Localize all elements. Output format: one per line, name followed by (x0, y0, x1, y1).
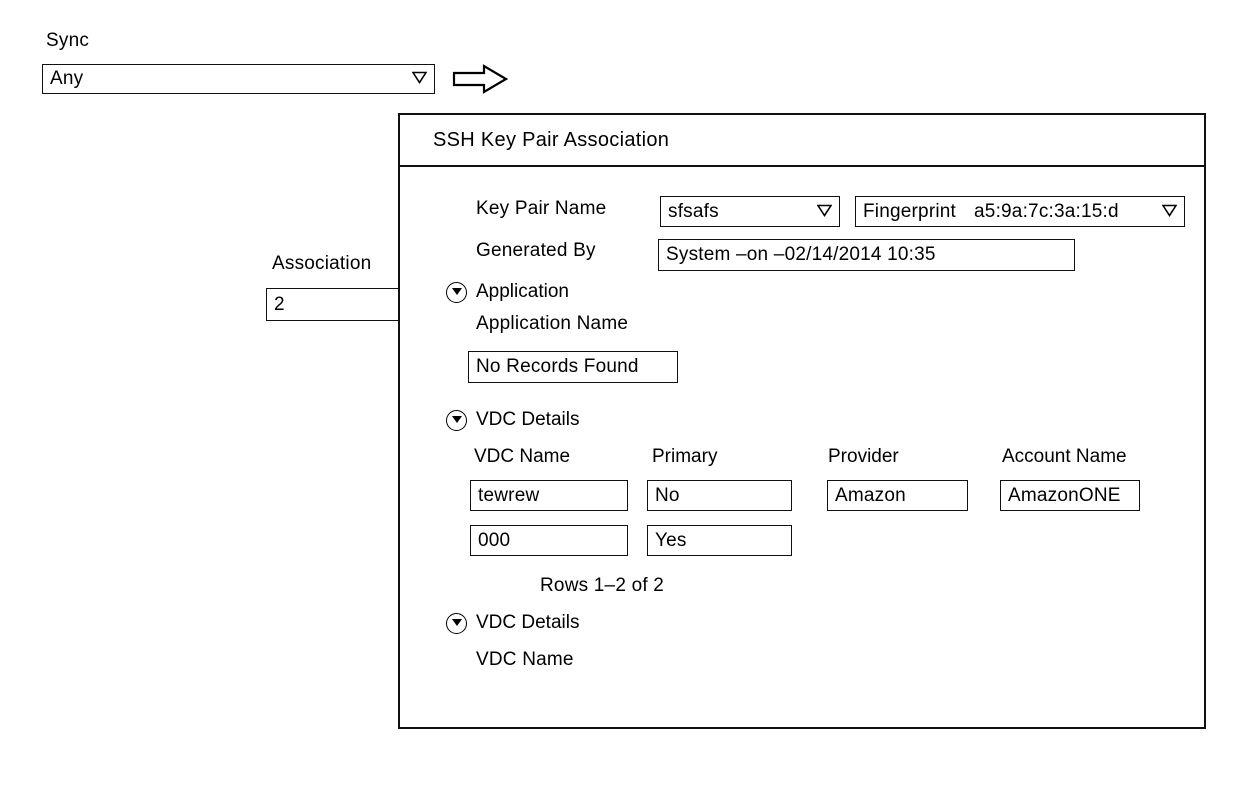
fingerprint-label: Fingerprint (863, 200, 957, 222)
association-value-field[interactable]: 2 (266, 288, 406, 321)
dialog-title: SSH Key Pair Association (433, 128, 670, 151)
association-value: 2 (274, 294, 285, 315)
key-pair-name-label: Key Pair Name (476, 198, 607, 219)
cell-account-name: AmazonONE (1008, 485, 1121, 506)
vdc-name-column-header-2: VDC Name (476, 649, 574, 670)
key-pair-name-value: sfsafs (668, 201, 719, 222)
cell-vdc-name: tewrew (478, 485, 540, 506)
generated-by-label: Generated By (476, 240, 596, 261)
fingerprint-select[interactable]: Fingerprint a5:9a:7c:3a:15:d (855, 196, 1185, 227)
circle-chevron-down-icon[interactable] (446, 281, 467, 303)
cell-primary: No (655, 485, 680, 506)
vdc-details-section-title: VDC Details (476, 409, 580, 430)
cell-primary: Yes (655, 530, 687, 551)
column-header-primary: Primary (652, 446, 718, 467)
chevron-down-icon-svg (816, 204, 833, 217)
application-empty-message: No Records Found (468, 351, 678, 383)
dialog-titlebar: SSH Key Pair Association (400, 115, 1204, 167)
application-section-header[interactable]: Application (446, 281, 569, 303)
sync-select-value: Any (50, 69, 84, 89)
chevron-down-icon (1161, 204, 1178, 220)
sync-label: Sync (46, 30, 90, 51)
key-pair-name-select[interactable]: sfsafs (660, 196, 840, 227)
vdc-details-section-2-title: VDC Details (476, 612, 580, 633)
vdc-details-section-2-header[interactable]: VDC Details (446, 612, 579, 634)
application-section-title: Application (476, 281, 569, 302)
right-arrow-icon-svg (452, 64, 509, 94)
table-row[interactable]: Amazon (827, 480, 968, 511)
fingerprint-value: a5:9a:7c:3a:15:d (974, 201, 1119, 222)
rows-count-label: Rows 1–2 of 2 (540, 575, 665, 596)
generated-by-value: System –on –02/14/2014 10:35 (666, 245, 936, 265)
chevron-down-icon-svg (1161, 204, 1178, 217)
column-header-vdc-name: VDC Name (474, 446, 571, 467)
table-row[interactable]: AmazonONE (1000, 480, 1140, 511)
table-row[interactable]: Yes (647, 525, 792, 556)
column-header-account-name: Account Name (1002, 446, 1127, 467)
sync-select[interactable]: Any (42, 64, 435, 94)
screenshot-root: Sync Any Association 2 SSH Key Pair Asso… (0, 0, 1240, 786)
vdc-details-section-header[interactable]: VDC Details (446, 409, 579, 431)
application-empty-message-text: No Records Found (476, 357, 639, 377)
association-label: Association (272, 253, 372, 274)
table-row[interactable]: tewrew (470, 480, 628, 511)
circle-chevron-down-icon[interactable] (446, 409, 467, 431)
chevron-down-icon-svg (411, 71, 428, 84)
right-arrow-icon (452, 63, 509, 95)
application-name-column-header: Application Name (476, 313, 629, 334)
generated-by-field: System –on –02/14/2014 10:35 (658, 239, 1075, 271)
cell-vdc-name: 000 (478, 530, 511, 551)
chevron-down-icon (411, 71, 428, 87)
ssh-key-pair-association-dialog: SSH Key Pair Association Key Pair Name s… (398, 113, 1206, 729)
cell-provider: Amazon (835, 485, 906, 506)
column-header-provider: Provider (828, 446, 899, 467)
circle-chevron-down-icon[interactable] (446, 612, 467, 634)
chevron-down-icon (816, 204, 833, 220)
table-row[interactable]: 000 (470, 525, 628, 556)
table-row[interactable]: No (647, 480, 792, 511)
